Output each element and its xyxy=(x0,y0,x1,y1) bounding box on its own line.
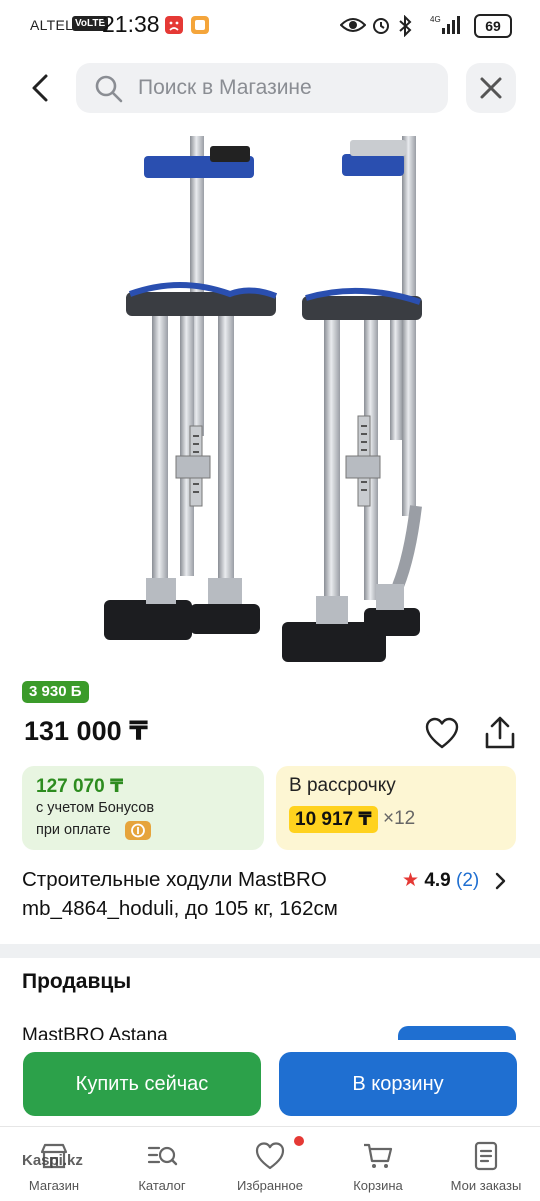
eye-icon xyxy=(339,16,367,39)
back-button[interactable] xyxy=(20,66,62,110)
buy-now-button[interactable]: Купить сейчас xyxy=(23,1052,261,1116)
clear-search-button[interactable] xyxy=(466,63,516,113)
catalog-search-icon xyxy=(147,1146,178,1166)
bonus-badge: 3 930 Б xyxy=(22,681,89,703)
notification-dot xyxy=(294,1136,304,1146)
nav-store-label: Магазин xyxy=(28,1178,80,1193)
heart-icon xyxy=(425,717,459,749)
installment-card[interactable]: В рассрочку 10 917 ₸ ×12 xyxy=(276,766,516,850)
rating-value: 4.9 xyxy=(424,870,451,891)
product-title-line2: mb_4864_hoduli, до 105 кг, 162см xyxy=(22,897,338,920)
product-title-line1: Строительные ходули MastBRO xyxy=(22,868,327,891)
search-input[interactable]: Поиск в Магазине xyxy=(76,63,448,113)
heart-icon xyxy=(255,1142,285,1170)
rating-link[interactable]: ★ 4.9 (2) xyxy=(402,869,479,892)
nav-cart-label: Корзина xyxy=(353,1178,403,1193)
nav-favorites-label: Избранное xyxy=(237,1178,303,1193)
orders-icon xyxy=(474,1141,498,1171)
svg-text:4G: 4G xyxy=(430,15,441,24)
bonus-price-line1: с учетом Бонусов xyxy=(36,800,155,816)
kaspi-coin-icon xyxy=(125,821,151,840)
bonus-price-amount: 127 070 ₸ xyxy=(36,776,124,797)
share-icon xyxy=(485,716,515,749)
battery-indicator: 69 xyxy=(474,14,512,38)
nav-cart[interactable]: Корзина xyxy=(328,1138,428,1198)
installment-title: В рассрочку xyxy=(289,775,396,796)
bonus-price-card[interactable]: 127 070 ₸ с учетом Бонусов при оплате xyxy=(22,766,264,850)
chevron-left-icon xyxy=(32,74,48,102)
status-bar: ALTEL VoLTE 21:38 4G 69 xyxy=(0,0,540,52)
signal-icon: 4G xyxy=(430,14,464,41)
installment-multiplier: ×12 xyxy=(383,808,416,829)
nav-orders-label: Мои заказы xyxy=(450,1178,522,1193)
add-to-cart-button[interactable]: В корзину xyxy=(279,1052,517,1116)
cart-icon xyxy=(364,1143,393,1168)
review-count: (2) xyxy=(456,870,480,891)
sellers-heading: Продавцы xyxy=(22,970,132,993)
search-placeholder: Поиск в Магазине xyxy=(138,76,312,99)
nav-favorites[interactable]: Избранное xyxy=(220,1138,320,1198)
section-divider xyxy=(0,944,540,958)
product-image[interactable] xyxy=(80,126,460,666)
bluetooth-icon xyxy=(398,14,412,42)
bonus-price-line2: при оплате xyxy=(36,822,111,838)
share-button[interactable] xyxy=(482,714,518,752)
nav-catalog-label: Каталог xyxy=(138,1178,186,1193)
close-icon xyxy=(480,77,502,99)
alarm-icon xyxy=(371,15,391,40)
favorite-button[interactable] xyxy=(424,716,460,752)
nav-catalog[interactable]: Каталог xyxy=(112,1138,212,1198)
chevron-right-icon[interactable] xyxy=(494,870,508,892)
product-price: 131 000 ₸ xyxy=(24,716,148,746)
star-icon: ★ xyxy=(402,870,420,891)
notification-icons xyxy=(164,14,210,41)
status-time: 21:38 xyxy=(102,11,160,37)
watermark: Kaspi.kz xyxy=(22,1152,83,1169)
installment-amount: 10 917 ₸ xyxy=(289,806,378,833)
nav-orders[interactable]: Мои заказы xyxy=(436,1138,536,1198)
carrier-name: ALTEL xyxy=(30,17,74,33)
search-icon xyxy=(94,74,124,109)
